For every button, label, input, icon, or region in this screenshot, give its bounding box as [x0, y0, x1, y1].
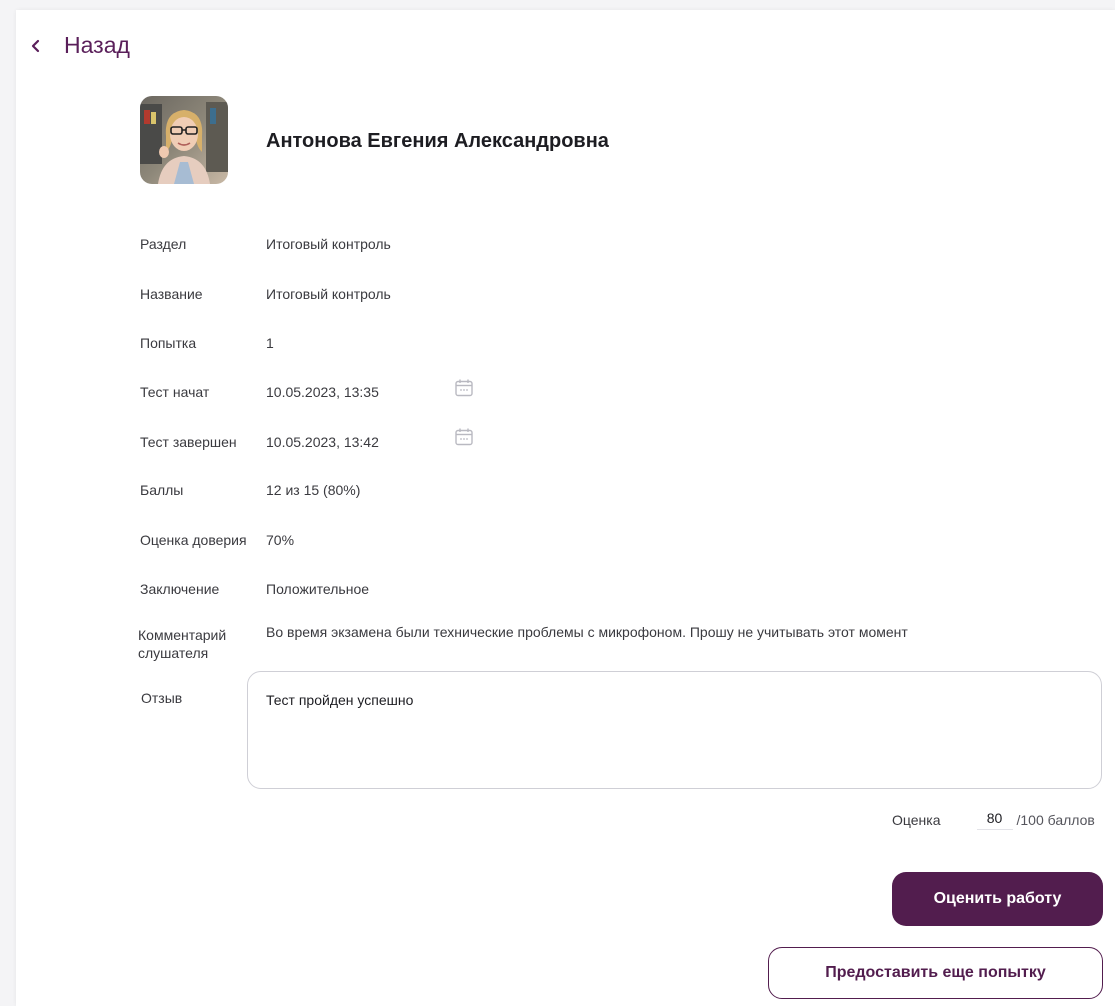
info-label: Заключение	[140, 581, 220, 597]
calendar-icon[interactable]	[454, 378, 474, 398]
review-textarea[interactable]: Тест пройден успешно	[247, 671, 1102, 789]
info-value: Итоговый контроль	[266, 286, 391, 302]
info-label: Баллы	[140, 482, 184, 498]
info-label: Попытка	[140, 335, 197, 351]
info-row-finished: Тест завершен 10.05.2023, 13:42	[140, 434, 379, 450]
page-container: Назад Антонова Евгения Александровна Раз…	[16, 10, 1115, 1006]
info-label: Оценка доверия	[140, 532, 247, 548]
info-row-attempt: Попытка 1	[140, 335, 274, 351]
grade-suffix: /100 баллов	[1016, 812, 1095, 828]
info-row-started: Тест начат 10.05.2023, 13:35	[140, 384, 379, 400]
info-row-score: Баллы 12 из 15 (80%)	[140, 482, 360, 498]
comment-label: Комментарий слушателя	[138, 627, 227, 661]
chevron-left-icon	[24, 34, 48, 58]
info-value: 12 из 15 (80%)	[266, 482, 361, 498]
person-name: Антонова Евгения Александровна	[266, 130, 609, 152]
grade-input[interactable]: 80	[976, 810, 1013, 830]
info-value: Итоговый контроль	[266, 236, 391, 252]
grant-attempt-button[interactable]: Предоставить еще попытку	[768, 947, 1103, 999]
info-label: Тест завершен	[140, 434, 237, 450]
info-value: 1	[266, 335, 274, 351]
grade-work-button[interactable]: Оценить работу	[892, 872, 1103, 926]
info-row-section: Раздел Итоговый контроль	[140, 236, 391, 252]
avatar	[140, 96, 228, 184]
info-row-trust: Оценка доверия 70%	[140, 532, 294, 548]
back-link[interactable]: Назад	[24, 32, 130, 59]
info-value: 70%	[266, 532, 295, 548]
info-label: Тест начат	[140, 384, 210, 400]
info-value: 10.05.2023, 13:35	[266, 384, 379, 400]
comment-text: Во время экзамена были технические пробл…	[266, 624, 908, 640]
info-row-conclusion: Заключение Положительное	[140, 581, 369, 597]
grade-label: Оценка	[892, 812, 941, 828]
calendar-icon[interactable]	[454, 427, 474, 447]
info-row-title: Название Итоговый контроль	[140, 286, 391, 302]
back-label: Назад	[64, 32, 130, 58]
info-value: 10.05.2023, 13:42	[266, 434, 379, 450]
review-label: Отзыв	[141, 690, 183, 706]
info-value: Положительное	[266, 581, 370, 597]
info-label: Название	[140, 286, 203, 302]
grade-row: Оценка 80 /100 баллов	[892, 810, 1095, 830]
info-label: Раздел	[140, 236, 187, 252]
